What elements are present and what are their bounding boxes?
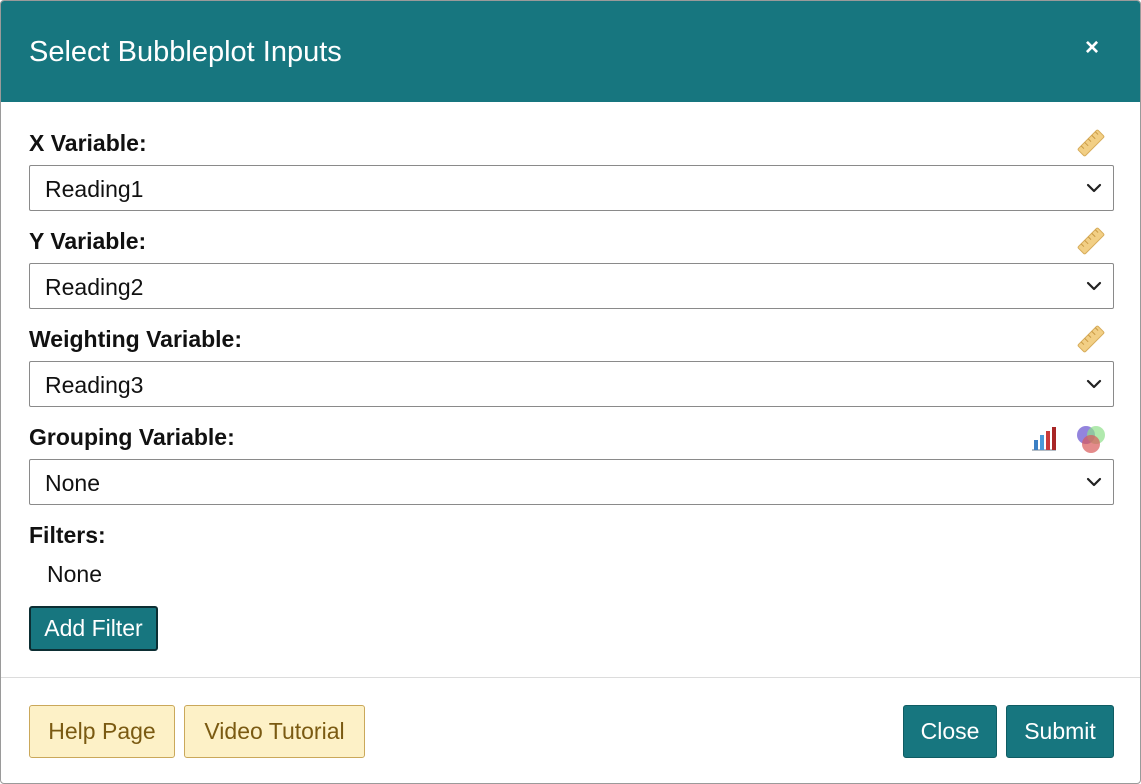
y-variable-select[interactable]: Reading2 bbox=[29, 263, 1114, 309]
bubbleplot-dialog: Select Bubbleplot Inputs × X Variable: R… bbox=[0, 0, 1141, 784]
venn-icon[interactable] bbox=[1073, 423, 1107, 455]
x-variable-label: X Variable: bbox=[29, 130, 147, 156]
grouping-variable-value: None bbox=[45, 470, 100, 496]
grouping-variable-label: Grouping Variable: bbox=[29, 424, 235, 450]
filters-value: None bbox=[47, 561, 102, 587]
grouping-variable-select[interactable]: None bbox=[29, 459, 1114, 505]
close-button[interactable]: Close bbox=[903, 705, 997, 758]
submit-button[interactable]: Submit bbox=[1006, 705, 1114, 758]
ruler-icon[interactable] bbox=[1076, 324, 1106, 354]
y-variable-label: Y Variable: bbox=[29, 228, 147, 254]
close-icon[interactable]: × bbox=[1080, 34, 1104, 62]
ruler-icon[interactable] bbox=[1076, 128, 1106, 158]
bar-chart-icon[interactable] bbox=[1030, 423, 1058, 453]
ruler-icon[interactable] bbox=[1076, 226, 1106, 256]
help-page-button[interactable]: Help Page bbox=[29, 705, 175, 758]
add-filter-button[interactable]: Add Filter bbox=[29, 606, 158, 651]
dialog-header: Select Bubbleplot Inputs × bbox=[1, 1, 1140, 102]
weighting-variable-value: Reading3 bbox=[45, 372, 144, 398]
chevron-down-icon bbox=[1086, 379, 1102, 389]
weighting-variable-select[interactable]: Reading3 bbox=[29, 361, 1114, 407]
x-variable-select[interactable]: Reading1 bbox=[29, 165, 1114, 211]
x-variable-value: Reading1 bbox=[45, 176, 144, 202]
footer-divider bbox=[1, 677, 1140, 678]
chevron-down-icon bbox=[1086, 281, 1102, 291]
filters-label: Filters: bbox=[29, 522, 106, 548]
video-tutorial-button[interactable]: Video Tutorial bbox=[184, 705, 365, 758]
dialog-title: Select Bubbleplot Inputs bbox=[29, 36, 342, 68]
weighting-variable-label: Weighting Variable: bbox=[29, 326, 242, 352]
y-variable-value: Reading2 bbox=[45, 274, 144, 300]
chevron-down-icon bbox=[1086, 477, 1102, 487]
chevron-down-icon bbox=[1086, 183, 1102, 193]
